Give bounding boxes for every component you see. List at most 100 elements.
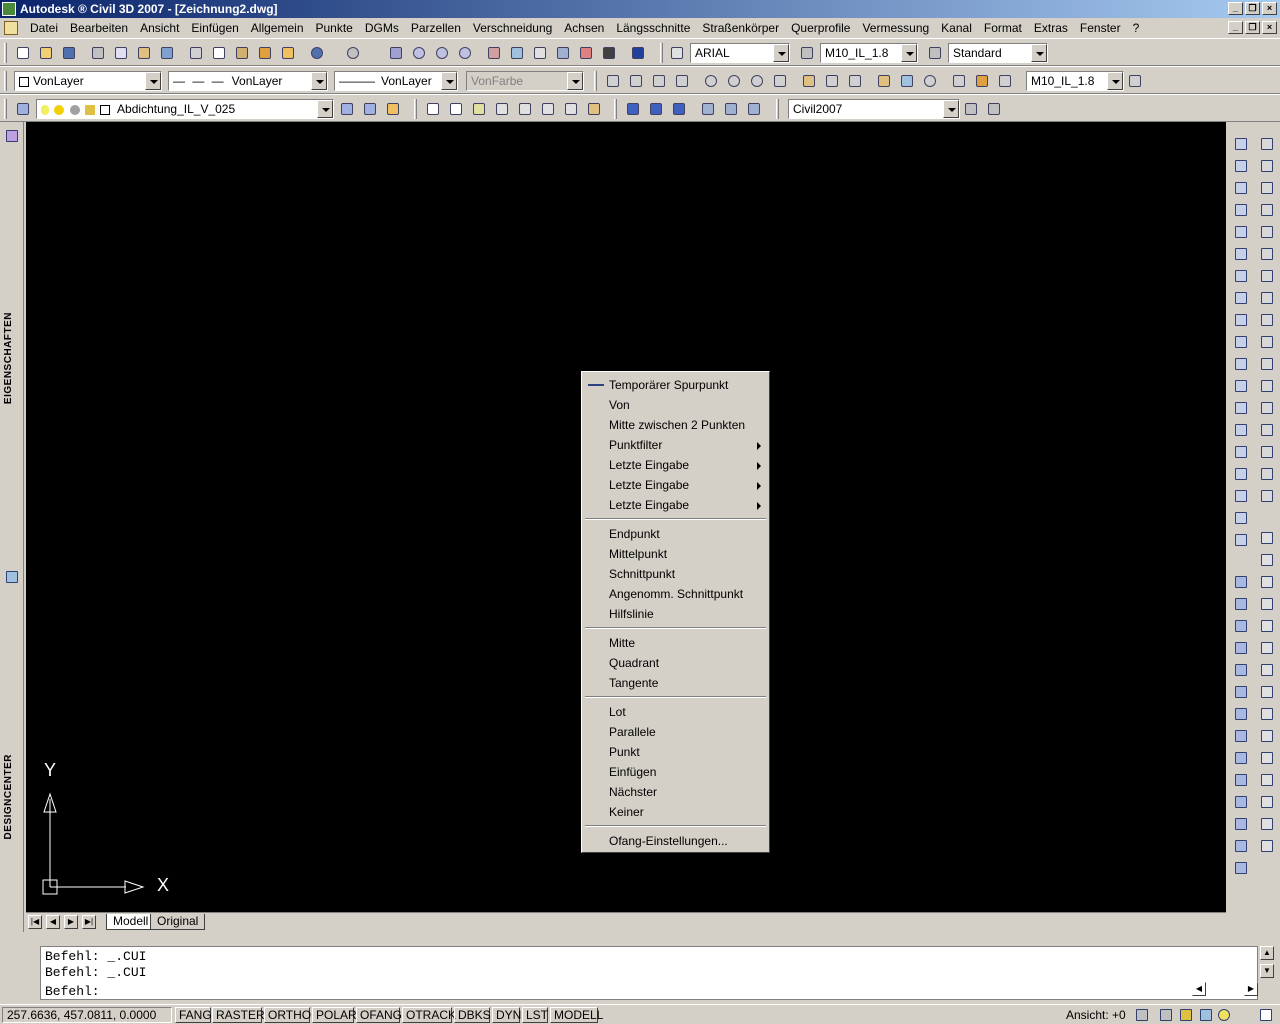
justify-text-icon[interactable] (562, 100, 580, 118)
ellipse-icon[interactable] (1233, 334, 1249, 350)
snap-insert-icon[interactable] (1259, 772, 1275, 788)
civil-tool-4-icon[interactable] (699, 100, 717, 118)
lineweight-select[interactable]: ——— VonLayer (334, 71, 458, 91)
menu-punkte[interactable]: Punkte (310, 18, 359, 38)
snap-perpendicular-icon[interactable] (1259, 706, 1275, 722)
toolbar-grip[interactable] (4, 43, 7, 63)
menu-dgms[interactable]: DGMs (359, 18, 405, 38)
scroll-right-icon[interactable]: ▶ (1244, 982, 1258, 996)
doc-close-button[interactable]: × (1262, 21, 1277, 34)
annotation-scale-icon[interactable] (1134, 1007, 1150, 1023)
dimstyle-icon[interactable] (798, 44, 816, 62)
chevron-down-icon[interactable] (145, 72, 161, 90)
coordinate-display[interactable]: 257.6636, 457.0811, 0.0000 (2, 1007, 172, 1023)
circle-icon[interactable] (1233, 268, 1249, 284)
inquiry-5-icon[interactable] (1233, 772, 1249, 788)
menu-bearbeiten[interactable]: Bearbeiten (64, 18, 134, 38)
snap-none-icon[interactable] (1259, 816, 1275, 832)
menu-datei[interactable]: Datei (24, 18, 64, 38)
menu-item-apparent-intersection[interactable]: Angenomm. Schnittpunkt (584, 584, 767, 604)
snap-apparent-icon[interactable] (1259, 596, 1275, 612)
chevron-down-icon[interactable] (441, 72, 457, 90)
textstyle-select[interactable]: M10_IL_1.8 (820, 43, 918, 63)
dyn-toggle[interactable]: DYN (492, 1007, 521, 1023)
workspace-save-icon[interactable] (985, 100, 1003, 118)
civil-tool-3-icon[interactable] (670, 100, 688, 118)
menu-item-perpendicular[interactable]: Lot (584, 702, 767, 722)
undo-icon[interactable] (308, 44, 326, 62)
toolbar-grip[interactable] (4, 99, 7, 119)
single-text-icon[interactable] (447, 100, 465, 118)
civil-tool-2-icon[interactable] (647, 100, 665, 118)
menu-item-recent-input-3[interactable]: Letzte Eingabe (584, 495, 767, 515)
mtext-icon[interactable] (1233, 532, 1249, 548)
toolbar-grip[interactable] (614, 99, 617, 119)
dim-baseline-icon[interactable] (823, 72, 841, 90)
trim-icon[interactable] (1259, 334, 1275, 350)
break-icon[interactable] (1259, 400, 1275, 416)
inquiry-7-icon[interactable] (1233, 816, 1249, 832)
osnap-toggle[interactable]: OFANG (356, 1007, 402, 1023)
snap-parallel-icon[interactable] (1259, 728, 1275, 744)
markup-icon[interactable] (577, 44, 595, 62)
edit-text-icon[interactable] (470, 100, 488, 118)
mirror-icon[interactable] (1259, 180, 1275, 196)
spline-icon[interactable] (1233, 312, 1249, 328)
erase-icon[interactable] (1259, 136, 1275, 152)
inquiry-9-icon[interactable] (1233, 860, 1249, 876)
toolbar-grip[interactable] (4, 71, 7, 91)
ducs-toggle[interactable]: DBKS (454, 1007, 491, 1023)
chevron-down-icon[interactable] (773, 44, 789, 62)
fillet-icon[interactable] (1259, 466, 1275, 482)
etransmit-icon[interactable] (158, 44, 176, 62)
dim-edit-icon[interactable] (950, 72, 968, 90)
dim-aligned-icon[interactable] (627, 72, 645, 90)
menu-item-quadrant[interactable]: Quadrant (584, 653, 767, 673)
dim-update-icon[interactable] (996, 72, 1014, 90)
doc-restore-button[interactable]: ❐ (1245, 21, 1260, 34)
cut-icon[interactable] (187, 44, 205, 62)
comm-center-icon[interactable] (1198, 1007, 1214, 1023)
dim-angular-icon[interactable] (771, 72, 789, 90)
snap-center-icon[interactable] (1259, 640, 1275, 656)
polygon-icon[interactable] (1233, 202, 1249, 218)
extend-icon[interactable] (1259, 356, 1275, 372)
snap-extension-icon[interactable] (1259, 618, 1275, 634)
dim-radius-icon[interactable] (702, 72, 720, 90)
scale-icon[interactable] (1259, 290, 1275, 306)
find-text-icon[interactable] (493, 100, 511, 118)
menu-item-intersection[interactable]: Schnittpunkt (584, 564, 767, 584)
dim-textstyle-select[interactable]: M10_IL_1.8 (1026, 71, 1124, 91)
dim-text-edit-icon[interactable] (973, 72, 991, 90)
draworder-4-icon[interactable] (1233, 640, 1249, 656)
arc-icon[interactable] (1233, 246, 1249, 262)
dim-override-icon[interactable] (1126, 72, 1144, 90)
menu-ansicht[interactable]: Ansicht (134, 18, 185, 38)
insert-block-icon[interactable] (1233, 378, 1249, 394)
dim-diameter-icon[interactable] (748, 72, 766, 90)
lock-icon[interactable] (1178, 1007, 1194, 1023)
menu-item-tangent[interactable]: Tangente (584, 673, 767, 693)
menu-strassenkoerper[interactable]: Straßenkörper (696, 18, 785, 38)
command-prompt[interactable]: Befehl: (45, 984, 1253, 1000)
menu-item-recent-input-2[interactable]: Letzte Eingabe (584, 475, 767, 495)
command-history[interactable]: Befehl: _.CUI Befehl: _.CUI Befehl: (40, 946, 1258, 1000)
snap-node-icon[interactable] (1259, 750, 1275, 766)
last-tab-icon[interactable]: ▶| (82, 915, 96, 929)
menu-help[interactable]: ? (1127, 18, 1146, 38)
menu-querprofile[interactable]: Querprofile (785, 18, 856, 38)
close-button[interactable]: × (1262, 2, 1277, 15)
layer-manager-icon[interactable] (14, 100, 32, 118)
chamfer-icon[interactable] (1259, 444, 1275, 460)
tab-modell[interactable]: Modell (106, 914, 156, 930)
center-mark-icon[interactable] (921, 72, 939, 90)
dim-continue-icon[interactable] (846, 72, 864, 90)
make-block-icon[interactable] (1233, 400, 1249, 416)
inquiry-1-icon[interactable] (1233, 684, 1249, 700)
new-file-icon[interactable] (14, 44, 32, 62)
hatch-icon[interactable] (1233, 444, 1249, 460)
offset-icon[interactable] (1259, 202, 1275, 218)
draworder-2-icon[interactable] (1233, 596, 1249, 612)
ortho-toggle[interactable]: ORTHO (264, 1007, 311, 1023)
redo-icon[interactable] (344, 44, 362, 62)
